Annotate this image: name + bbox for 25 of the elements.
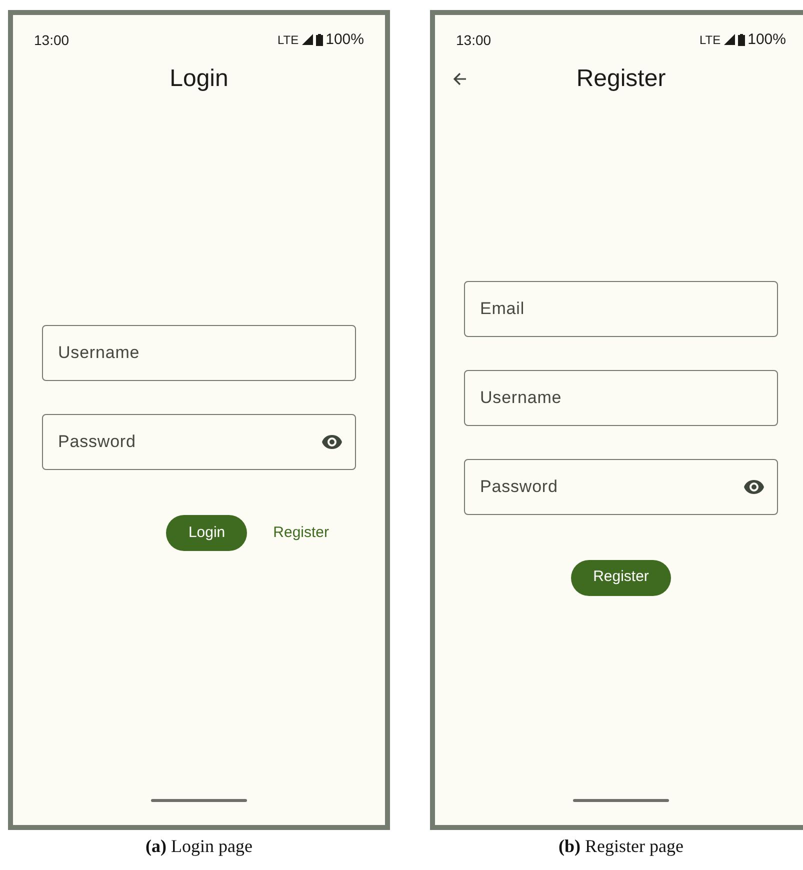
status-time: 13:00 [456,31,492,50]
figure-caption: (a) Login page [146,835,252,858]
battery-level: 100% [748,30,786,50]
status-time: 13:00 [34,31,70,50]
password-field[interactable]: Password [464,458,778,514]
screen-title: Register [576,64,666,94]
figure-caption: (b) Register page [558,835,684,858]
network-label: LTE [278,32,299,49]
text-field[interactable]: Username [464,370,778,426]
signal-icon [724,34,735,46]
primary-button[interactable]: Register [571,560,671,596]
eye-icon[interactable] [743,478,765,494]
primary-button[interactable]: Login [166,515,248,551]
text-button[interactable]: Register [261,515,341,551]
signal-icon [302,34,313,46]
text-field[interactable]: Email [464,280,778,336]
battery-icon [316,34,323,46]
text-field[interactable]: Username [42,325,356,381]
back-arrow-icon[interactable] [453,72,467,86]
network-label: LTE [700,32,721,49]
battery-level: 100% [326,30,364,50]
password-field[interactable]: Password [42,414,356,470]
battery-icon [738,34,745,46]
eye-icon[interactable] [321,434,343,450]
screen-title: Login [170,64,228,94]
